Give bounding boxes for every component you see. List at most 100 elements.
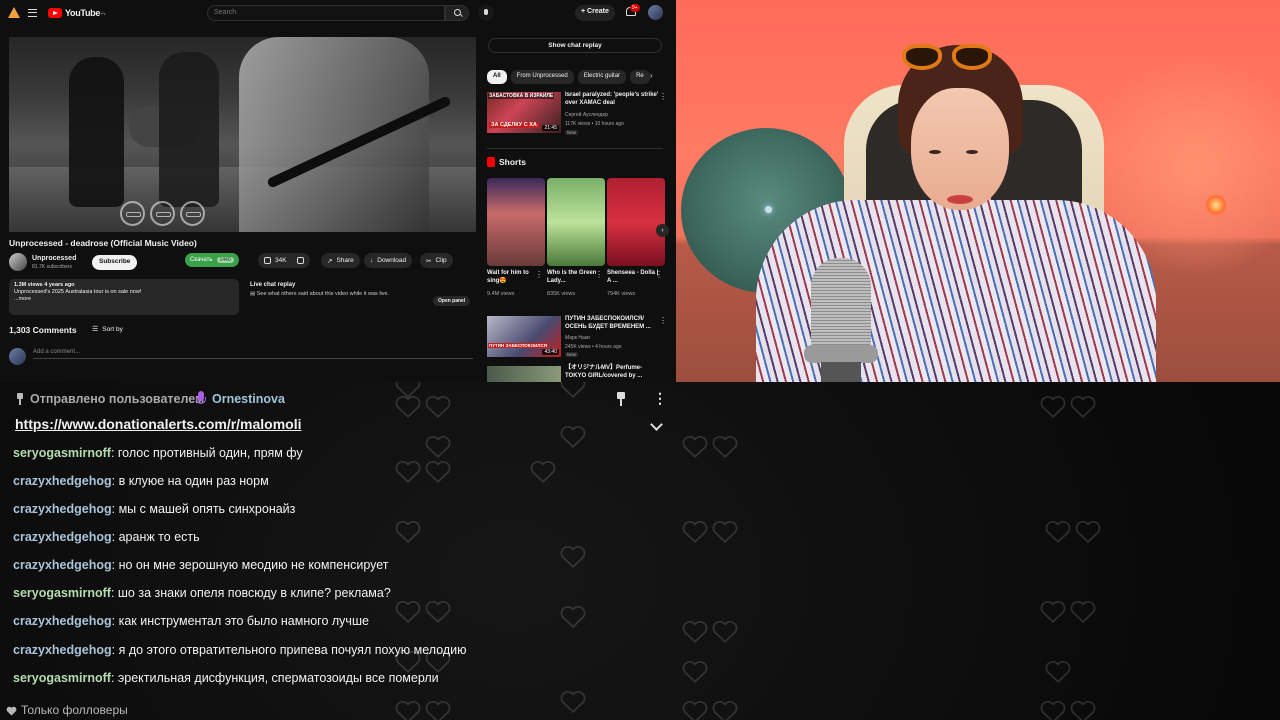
more-icon[interactable]: ⋮ [655, 270, 663, 279]
like-button[interactable]: 34K [258, 253, 310, 268]
download-extension-label: Скачать [190, 257, 213, 263]
webcam-person-face [911, 88, 1009, 210]
background-heart-icon [1040, 395, 1066, 419]
download-button[interactable]: ↓ Download [364, 253, 413, 268]
webcam-feed [676, 0, 1280, 382]
more-icon[interactable]: ⋮ [659, 92, 667, 101]
chevron-right-icon[interactable]: › [650, 71, 653, 80]
chat-username[interactable]: crazyxhedgehog [13, 502, 112, 516]
channel-name[interactable]: Unprocessed [32, 255, 76, 262]
short-title[interactable]: Wait for him to sing😍 [487, 270, 539, 285]
chat-message: crazyxhedgehog: в клуюе на один раз норм [13, 474, 269, 488]
background-heart-icon [682, 435, 708, 459]
more-icon[interactable]: ⋮ [535, 270, 543, 279]
sort-button[interactable]: Sort by [92, 325, 123, 333]
thumbs-up-icon [264, 257, 271, 264]
more-icon[interactable]: ⋮ [595, 270, 603, 279]
chat-username[interactable]: crazyxhedgehog [13, 558, 112, 572]
recommended-channel[interactable]: Марк Наки [565, 335, 590, 341]
background-heart-icon [1070, 700, 1096, 720]
webcam-person-lips [947, 195, 973, 204]
heart-icon [6, 705, 17, 716]
chat-username[interactable]: seryogasmirnoff [13, 586, 111, 600]
video-frame-figure [159, 52, 219, 207]
background-heart-icon [682, 520, 708, 544]
more-icon[interactable]: ⋮ [659, 316, 667, 325]
microphone-badge-icon [196, 391, 206, 406]
chevron-right-icon[interactable]: › [656, 224, 669, 237]
download-quality[interactable]: 1440 [216, 257, 234, 263]
chat-username[interactable]: seryogasmirnoff [13, 671, 111, 685]
recommended-thumbnail[interactable]: ЗАБАСТОВКА В ИЗРАИЛЕ ЗА СДЕЛКУ С ХА 21:4… [487, 92, 561, 133]
more-link[interactable]: ...more [14, 296, 234, 303]
download-extension-button[interactable]: Скачать 1440 [185, 253, 239, 267]
live-chat-replay-panel: Live chat replay ▤ See what others said … [245, 279, 475, 315]
chat-text: : как инструментал это было намного лучш… [111, 614, 369, 628]
shorts-icon [487, 157, 495, 167]
share-button[interactable]: ↗ Share [321, 253, 360, 268]
background-heart-icon [1045, 520, 1071, 544]
chat-username[interactable]: crazyxhedgehog [13, 530, 112, 544]
view-count: 1.3M views 4 years ago [14, 282, 75, 288]
sunglasses-lens [902, 44, 942, 70]
pinned-sender-name[interactable]: Ornestinova [212, 392, 285, 406]
chevron-down-icon[interactable] [650, 418, 663, 431]
chat-message: seryogasmirnoff: шо за знаки опеля повсю… [13, 586, 391, 600]
webcam-person-eye [929, 150, 941, 154]
show-chat-replay-button[interactable]: Show chat replay [488, 38, 662, 53]
youtube-logo[interactable]: YouTube PL [48, 8, 106, 18]
short-title[interactable]: Shenseea - Dolla | A ... [607, 270, 659, 285]
chat-username[interactable]: crazyxhedgehog [13, 643, 112, 657]
chat-username[interactable]: crazyxhedgehog [13, 614, 112, 628]
short-thumbnail[interactable] [607, 178, 665, 266]
new-badge: New [565, 352, 579, 357]
search-button[interactable] [445, 5, 469, 21]
background-heart-icon [560, 605, 586, 629]
clip-button[interactable]: ✂ Clip [420, 253, 453, 268]
unpin-icon[interactable] [615, 392, 627, 406]
open-panel-button[interactable]: Open panel [433, 296, 471, 306]
background-heart-icon [712, 435, 738, 459]
chat-username[interactable]: seryogasmirnoff [13, 446, 111, 460]
create-button[interactable]: + Create [575, 5, 615, 21]
short-thumbnail[interactable] [487, 178, 545, 266]
recommended-title[interactable]: Israel paralyzed: 'people's strike' over… [565, 92, 659, 107]
chip-electric-guitar[interactable]: Electric guitar [577, 70, 627, 84]
description-text: Unprocessed's 2025 Australasia tour is o… [14, 289, 142, 295]
recommended-thumbnail[interactable]: ПУТИН ЗАБЕСПОКОИЛСЯ 43:40 [487, 316, 561, 357]
chat-text: : аранж то есть [111, 530, 200, 544]
followers-only-indicator: Только фолловеры [6, 703, 128, 717]
chip-related[interactable]: Re [630, 70, 650, 84]
voice-search-icon[interactable] [478, 5, 494, 21]
youtube-header: YouTube PL Search + Create 9+ [0, 0, 676, 26]
account-avatar[interactable] [648, 5, 663, 20]
more-options-icon[interactable]: ⋮ [653, 390, 667, 407]
donation-link[interactable]: https://www.donationalerts.com/r/malomol… [15, 416, 302, 432]
recommended-meta: 117K views • 10 hours ago [565, 121, 624, 127]
chat-text: : мы с машей опять синхронайз [111, 502, 296, 516]
description-box[interactable]: 1.3M views 4 years ago Unprocessed's 202… [9, 279, 239, 315]
menu-icon[interactable] [28, 9, 37, 17]
short-thumbnail[interactable] [547, 178, 605, 266]
recommended-thumbnail[interactable] [487, 366, 561, 382]
search-input[interactable]: Search [207, 5, 445, 21]
recommended-channel[interactable]: Сергей Ауслендер [565, 112, 608, 118]
subscribe-button[interactable]: Subscribe [92, 255, 138, 270]
create-label: Create [587, 8, 609, 15]
thumbs-down-icon[interactable] [296, 257, 304, 264]
recommended-title[interactable]: ПУТИН ЗАБЕСПОКОИЛСЯ/ ОСЕНЬ БУДЕТ ВРЕМЕНЕ… [565, 316, 659, 331]
background-heart-icon [682, 620, 708, 644]
recommended-title[interactable]: 【オリジナルMV】Perfume- TOKYO GIRL/covered by … [565, 365, 659, 380]
chip-from-channel[interactable]: From Unprocessed [510, 70, 574, 84]
sort-label: Sort by [102, 325, 123, 333]
add-comment-input[interactable]: Add a comment... [33, 349, 473, 359]
video-player[interactable] [9, 37, 476, 232]
youtube-logo-text: YouTube [65, 8, 101, 18]
background-heart-icon [425, 700, 451, 720]
chat-username[interactable]: crazyxhedgehog [13, 474, 112, 488]
channel-avatar[interactable] [9, 253, 27, 271]
chip-all[interactable]: All [487, 70, 507, 84]
short-title[interactable]: Who is the Green Lady... [547, 270, 599, 285]
chat-text: : голос противный один, прям фу [110, 446, 303, 460]
chat-message: crazyxhedgehog: как инструментал это был… [13, 614, 369, 628]
